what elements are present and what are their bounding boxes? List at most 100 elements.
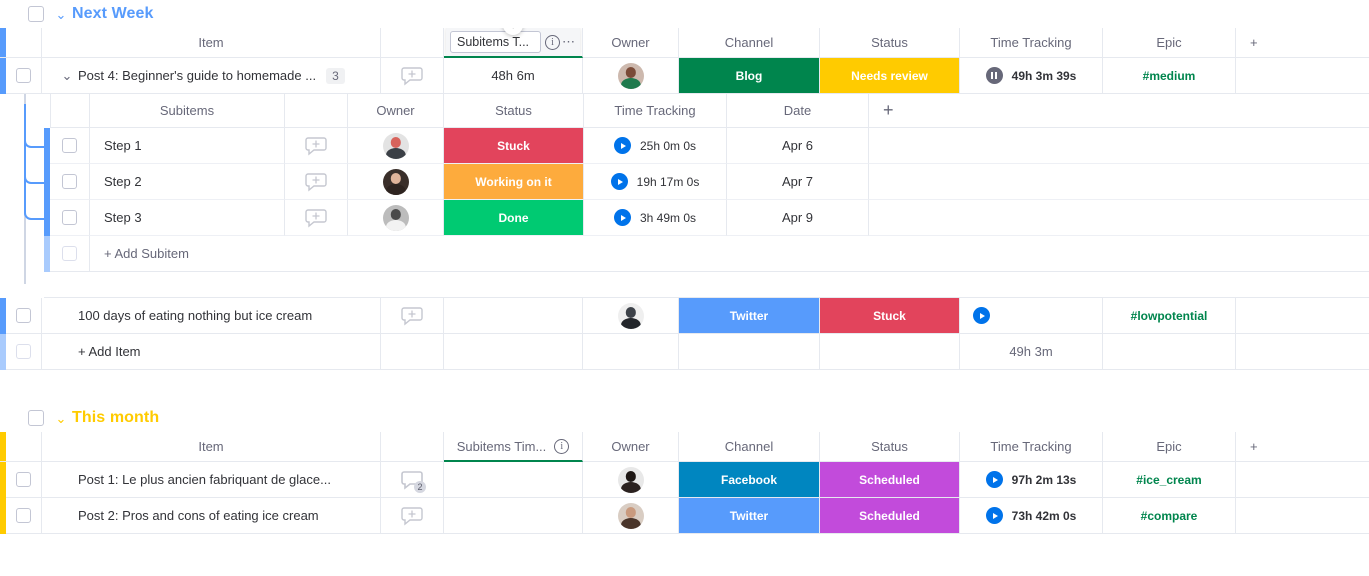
subitems-time-cell[interactable] xyxy=(444,298,583,334)
channel-pill[interactable]: Twitter xyxy=(679,498,819,533)
status-badge[interactable]: Stuck xyxy=(444,128,583,163)
subitem-status-cell[interactable]: Stuck xyxy=(444,128,584,164)
subitem-checkbox[interactable] xyxy=(62,138,77,153)
subitems-add-column-button[interactable]: + xyxy=(869,94,1369,128)
add-update-icon[interactable] xyxy=(401,66,423,86)
add-update-icon[interactable] xyxy=(305,136,327,156)
play-icon[interactable] xyxy=(613,209,631,226)
subitems-time-cell[interactable] xyxy=(444,498,583,534)
updates-icon[interactable]: 2 xyxy=(401,470,426,493)
add-subitem-select-cell[interactable] xyxy=(50,236,90,272)
play-icon[interactable] xyxy=(613,137,631,154)
item-updates-cell[interactable]: 2 xyxy=(381,462,444,498)
subitems-time-cell[interactable] xyxy=(444,462,583,498)
group-select-checkbox[interactable] xyxy=(28,6,44,22)
add-subitem-button[interactable]: + Add Subitem xyxy=(90,236,285,272)
subitems-time-cell[interactable]: 48h 6m xyxy=(444,58,583,94)
table-row[interactable]: Post 2: Pros and cons of eating ice crea… xyxy=(0,498,1369,534)
column-header-subitems-time[interactable]: ↕ Subitems T... i ⋯ xyxy=(444,28,583,58)
group-header-next-week[interactable]: ⌄ Next Week xyxy=(0,0,1369,28)
status-badge[interactable]: Scheduled xyxy=(820,462,959,497)
subitem-updates-cell[interactable] xyxy=(285,164,348,200)
subitem-row[interactable]: Step 2 Working on it 19h 17m 0s Apr 7 xyxy=(0,164,1369,200)
epic-cell[interactable]: #lowpotential xyxy=(1103,298,1236,334)
subitem-row[interactable]: Step 3 Done 3h 49m 0s Apr 9 xyxy=(0,200,1369,236)
select-all-header[interactable] xyxy=(6,432,42,462)
status-cell[interactable]: Scheduled xyxy=(820,498,960,534)
group-title[interactable]: Next Week xyxy=(72,5,154,23)
column-header-owner[interactable]: Owner xyxy=(583,28,679,58)
subitems-column-header-owner[interactable]: Owner xyxy=(348,94,444,128)
subitem-name[interactable]: Step 2 xyxy=(90,164,285,200)
subitem-updates-cell[interactable] xyxy=(285,200,348,236)
column-header-subitems-time[interactable]: Subitems Tim... i xyxy=(444,432,583,462)
channel-pill[interactable]: Blog xyxy=(679,58,819,93)
owner-cell[interactable] xyxy=(583,298,679,334)
column-header-channel[interactable]: Channel xyxy=(679,28,820,58)
column-header-owner[interactable]: Owner xyxy=(583,432,679,462)
time-tracking-cell[interactable] xyxy=(960,298,1103,334)
subitem-checkbox[interactable] xyxy=(62,246,77,261)
status-cell[interactable]: Scheduled xyxy=(820,462,960,498)
row-checkbox[interactable] xyxy=(16,344,31,359)
subitem-owner-cell[interactable] xyxy=(348,164,444,200)
subitem-select-cell[interactable] xyxy=(50,200,90,236)
item-name-cell[interactable]: ⌄ Post 4: Beginner's guide to homemade .… xyxy=(42,58,381,94)
subitem-owner-cell[interactable] xyxy=(348,128,444,164)
add-update-icon[interactable] xyxy=(305,172,327,192)
avatar[interactable] xyxy=(617,302,644,329)
subitem-select-all-header[interactable] xyxy=(50,94,90,128)
add-column-button[interactable]: + xyxy=(1236,432,1369,462)
owner-cell[interactable] xyxy=(583,462,679,498)
row-select-checkbox-cell[interactable] xyxy=(6,298,42,334)
add-update-icon[interactable] xyxy=(401,506,423,526)
subitems-column-header-time[interactable]: Time Tracking xyxy=(584,94,727,128)
status-badge[interactable]: Done xyxy=(444,200,583,235)
group-title[interactable]: This month xyxy=(72,409,159,427)
item-updates-cell[interactable] xyxy=(381,498,444,534)
column-header-status[interactable]: Status xyxy=(820,432,960,462)
channel-pill[interactable]: Twitter xyxy=(679,298,819,333)
epic-cell[interactable]: #medium xyxy=(1103,58,1236,94)
row-checkbox[interactable] xyxy=(16,472,31,487)
subitem-row[interactable]: Step 1 Stuck 25h 0m 0s Apr 6 xyxy=(0,128,1369,164)
time-tracking-cell[interactable]: 49h 3m 39s xyxy=(960,58,1103,94)
status-cell[interactable]: Stuck xyxy=(820,298,960,334)
subitem-status-cell[interactable]: Working on it xyxy=(444,164,584,200)
table-row[interactable]: ⌄ Post 4: Beginner's guide to homemade .… xyxy=(0,58,1369,94)
status-badge[interactable]: Needs review xyxy=(820,58,959,93)
subitems-column-header-status[interactable]: Status xyxy=(444,94,584,128)
avatar[interactable] xyxy=(382,168,409,195)
time-tracking-cell[interactable]: 73h 42m 0s xyxy=(960,498,1103,534)
status-badge[interactable]: Stuck xyxy=(820,298,959,333)
item-updates-cell[interactable] xyxy=(381,298,444,334)
chevron-down-icon[interactable]: ⌄ xyxy=(50,8,72,21)
column-header-channel[interactable]: Channel xyxy=(679,432,820,462)
add-update-icon[interactable] xyxy=(305,208,327,228)
group-select-checkbox[interactable] xyxy=(28,410,44,426)
subitem-time-cell[interactable]: 19h 17m 0s xyxy=(584,164,727,200)
more-options-icon[interactable]: ⋯ xyxy=(562,34,576,50)
owner-cell[interactable] xyxy=(583,58,679,94)
subitem-status-cell[interactable]: Done xyxy=(444,200,584,236)
subitems-column-header-name[interactable]: Subitems xyxy=(90,94,285,128)
row-select-checkbox-cell[interactable] xyxy=(6,498,42,534)
info-icon[interactable]: i xyxy=(554,438,570,454)
subitem-checkbox[interactable] xyxy=(62,210,77,225)
column-header-item[interactable]: Item xyxy=(42,432,381,462)
subitem-date-cell[interactable]: Apr 7 xyxy=(727,164,869,200)
table-row[interactable]: 100 days of eating nothing but ice cream… xyxy=(0,298,1369,334)
column-header-epic[interactable]: Epic xyxy=(1103,432,1236,462)
group-header-this-month[interactable]: ⌄ This month xyxy=(0,404,1369,432)
avatar[interactable] xyxy=(617,502,644,529)
play-icon[interactable] xyxy=(973,307,990,324)
owner-cell[interactable] xyxy=(583,498,679,534)
subitem-name[interactable]: Step 1 xyxy=(90,128,285,164)
subitem-time-cell[interactable]: 3h 49m 0s xyxy=(584,200,727,236)
column-header-time-tracking[interactable]: Time Tracking xyxy=(960,432,1103,462)
item-updates-cell[interactable] xyxy=(381,58,444,94)
expand-subitems-icon[interactable]: ⌄ xyxy=(56,68,78,84)
info-icon[interactable]: i xyxy=(545,34,560,50)
row-checkbox[interactable] xyxy=(16,308,31,323)
avatar[interactable] xyxy=(382,132,409,159)
